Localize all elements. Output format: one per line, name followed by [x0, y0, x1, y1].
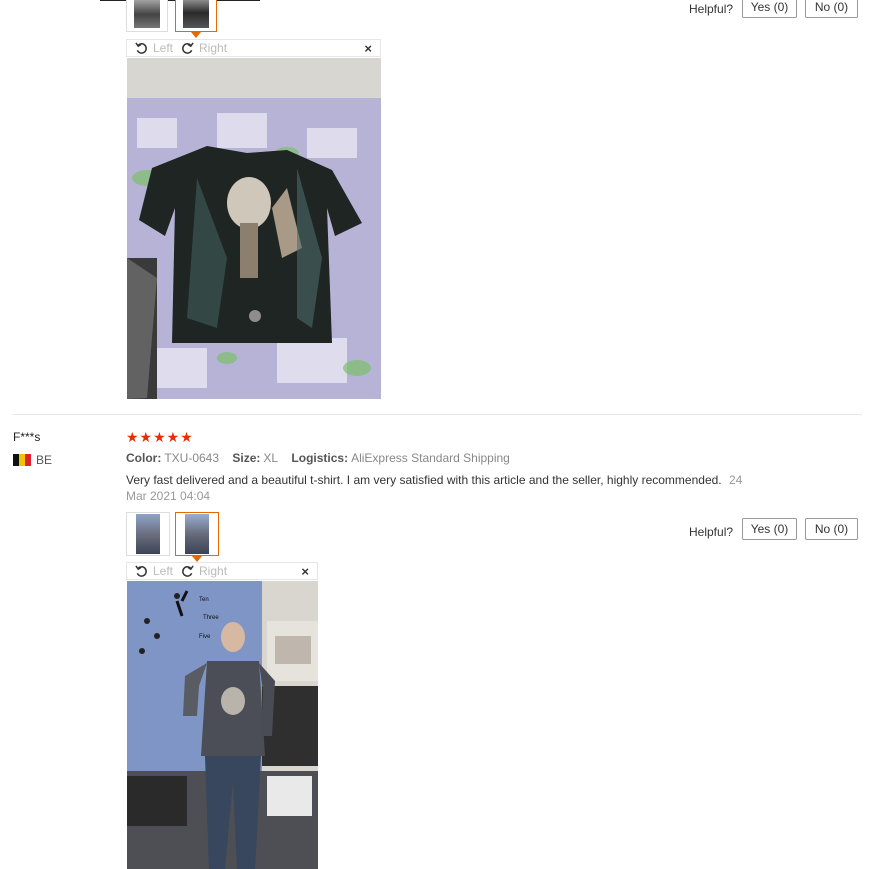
review-date-rest: Mar 2021 04:04 — [126, 489, 211, 503]
review-photo-thumb-1[interactable] — [126, 0, 168, 32]
rotate-right-label: Right — [199, 41, 228, 55]
rotate-left-icon — [135, 564, 147, 577]
review-photo-thumb-1[interactable] — [126, 512, 170, 556]
rotate-left-label: Left — [153, 564, 174, 578]
close-photo-icon[interactable]: × — [364, 41, 372, 56]
rotate-right-icon — [182, 41, 194, 54]
country-code: BE — [36, 453, 53, 467]
review-text: Very fast delivered and a beautiful t-sh… — [126, 472, 776, 504]
belgium-flag-icon — [13, 454, 31, 466]
helpful-label: Helpful? — [689, 2, 734, 16]
helpful-no-button[interactable]: No (0) — [805, 0, 858, 18]
rotate-left-icon — [135, 41, 147, 54]
size-value: XL — [263, 451, 279, 465]
svg-text:Ten: Ten — [199, 597, 209, 603]
rotate-right-button[interactable]: Right — [181, 41, 227, 55]
review-photo-thumb-2-active[interactable] — [175, 512, 219, 562]
helpful-yes-button[interactable]: Yes (0) — [742, 0, 797, 18]
review-date-day: 24 — [728, 473, 743, 487]
thumb-image — [136, 514, 160, 554]
logistics-value: AliExpress Standard Shipping — [351, 451, 510, 465]
customer-wearing-shirt-image: Ten Three Five — [127, 581, 318, 869]
svg-text:Five: Five — [199, 634, 211, 640]
review-photo-large: Ten Three Five — [127, 581, 318, 869]
star-rating: ★★★★★ — [126, 429, 194, 445]
helpful-yes-button[interactable]: Yes (0) — [742, 518, 797, 540]
helpful-label: Helpful? — [689, 525, 734, 539]
reviewer-country: BE — [13, 453, 52, 467]
rotate-left-label: Left — [153, 41, 174, 55]
rotate-right-button[interactable]: Right — [181, 564, 227, 578]
review-body: Very fast delivered and a beautiful t-sh… — [126, 473, 722, 487]
review-divider — [13, 414, 862, 415]
active-thumb-caret-icon — [191, 32, 201, 38]
thumb-image — [183, 0, 209, 28]
rotate-left-button[interactable]: Left — [135, 41, 173, 55]
size-label: Size: — [232, 451, 261, 465]
logistics-label: Logistics: — [291, 451, 349, 465]
color-value: TXU-0643 — [164, 451, 220, 465]
close-photo-icon[interactable]: × — [301, 564, 309, 579]
helpful-no-button[interactable]: No (0) — [805, 518, 858, 540]
photo-rotate-toolbar: Left Right × — [126, 562, 318, 580]
rotate-right-label: Right — [199, 564, 228, 578]
svg-text:Three: Three — [203, 615, 219, 621]
photo-rotate-toolbar: Left Right × — [126, 39, 381, 57]
thumb-image — [185, 514, 209, 554]
review-photo-large — [127, 58, 381, 399]
color-label: Color: — [126, 451, 162, 465]
rotate-left-button[interactable]: Left — [135, 564, 173, 578]
thumb-image — [134, 0, 160, 28]
rotate-right-icon — [182, 564, 194, 577]
reviewer-name: F***s — [13, 430, 41, 444]
review-sku-info: Color: TXU-0643 Size: XL Logistics: AliExpr… — [126, 451, 520, 465]
review-photo-thumb-2-active[interactable] — [175, 0, 217, 38]
tshirt-photo-image — [127, 58, 381, 399]
